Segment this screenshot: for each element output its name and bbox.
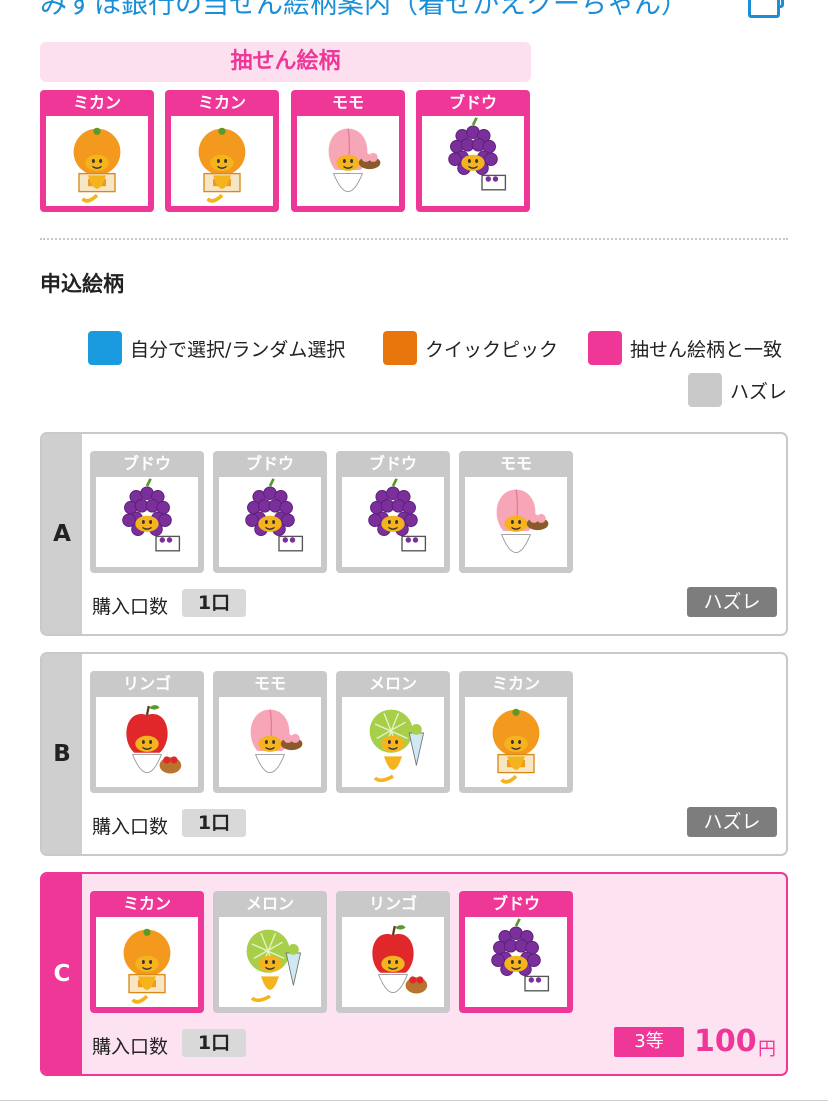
entry-card: モモ <box>213 671 327 793</box>
budou-character-icon <box>465 917 567 1007</box>
budou-character-icon <box>342 477 444 567</box>
section-divider <box>40 238 788 240</box>
entry-card: モモ <box>459 451 573 573</box>
entry-card-label: ミカン <box>122 894 171 913</box>
legend-item-match: 抽せん絵柄と一致 <box>588 331 782 365</box>
prize-amount: 100 <box>694 1024 757 1059</box>
entry-letter: C <box>42 874 82 1074</box>
entry-card: ブドウ <box>213 451 327 573</box>
budou-character-icon <box>219 477 321 567</box>
quantity-label: 購入口数 <box>92 816 169 838</box>
legend-item-lose: ハズレ <box>688 373 787 407</box>
draw-card-label: モモ <box>331 93 364 112</box>
result-lose-badge: ハズレ <box>687 587 777 617</box>
entry-card: ブドウ <box>90 451 204 573</box>
budou-character-icon <box>96 477 198 567</box>
entry-card-label: メロン <box>245 894 294 913</box>
melon-character-icon <box>342 697 444 787</box>
footer-divider <box>0 1100 828 1101</box>
momo-character-icon <box>297 116 399 206</box>
legend-label: 自分で選択/ランダム選択 <box>130 338 346 361</box>
entry-card: リンゴ <box>336 891 450 1013</box>
mikan-character-icon <box>46 116 148 206</box>
quantity-label: 購入口数 <box>92 596 169 618</box>
legend-swatch-orange <box>383 331 417 365</box>
legend-swatch-blue <box>88 331 122 365</box>
legend-label: ハズレ <box>730 380 788 403</box>
entry-card-match: ブドウ <box>459 891 573 1013</box>
entry-card: リンゴ <box>90 671 204 793</box>
entry-row-a: A ブドウ ブドウ ブドウ モモ 購入口数 1口 ハズレ <box>40 432 788 636</box>
melon-character-icon <box>219 917 321 1007</box>
draw-card-4: ブドウ <box>416 90 530 212</box>
draw-card-label: ミカン <box>72 93 121 112</box>
prize-unit: 円 <box>758 1039 776 1060</box>
entry-card-label: リンゴ <box>368 894 417 913</box>
page-title[interactable]: みずほ銀行の当せん絵柄案内（着せかえクーちゃん） <box>40 0 800 16</box>
quantity-value: 1口 <box>182 589 246 617</box>
legend-item-self-select: 自分で選択/ランダム選択 <box>88 331 345 365</box>
entry-card-label: メロン <box>368 674 417 693</box>
legend-label: 抽せん絵柄と一致 <box>630 338 783 361</box>
prize-rank-badge: 3等 <box>614 1027 684 1057</box>
entry-card-label: リンゴ <box>122 674 171 693</box>
legend-item-quick-pick: クイックピック <box>383 331 558 365</box>
draw-card-label: ミカン <box>197 93 246 112</box>
entry-letter: A <box>42 434 82 634</box>
entries-section-title: 申込絵柄 <box>40 272 124 296</box>
draw-card-1: ミカン <box>40 90 154 212</box>
entry-card: メロン <box>336 671 450 793</box>
entry-card-label: ブドウ <box>491 894 540 913</box>
entry-card-label: モモ <box>499 454 532 473</box>
mikan-character-icon <box>171 116 273 206</box>
entry-card: メロン <box>213 891 327 1013</box>
entry-card-label: ブドウ <box>368 454 417 473</box>
momo-character-icon <box>465 477 567 567</box>
entry-letter: B <box>42 654 82 854</box>
entry-row-c: C ミカン メロン リンゴ ブドウ 購入口数 1口 3等 100 円 <box>40 872 788 1076</box>
quantity-value: 1口 <box>182 809 246 837</box>
mikan-character-icon <box>96 917 198 1007</box>
entry-card-label: ブドウ <box>245 454 294 473</box>
entry-row-b: B リンゴ モモ メロン ミカン 購入口数 1口 ハズレ <box>40 652 788 856</box>
budou-character-icon <box>422 116 524 206</box>
result-lose-badge: ハズレ <box>687 807 777 837</box>
draw-card-3: モモ <box>291 90 405 212</box>
mikan-character-icon <box>465 697 567 787</box>
external-window-icon[interactable] <box>748 0 780 18</box>
quantity-label: 購入口数 <box>92 1036 169 1058</box>
entry-card: ミカン <box>459 671 573 793</box>
ringo-character-icon <box>96 697 198 787</box>
draw-card-label: ブドウ <box>448 93 497 112</box>
entry-card-label: モモ <box>253 674 286 693</box>
ringo-character-icon <box>342 917 444 1007</box>
draw-card-2: ミカン <box>165 90 279 212</box>
entry-card-match: ミカン <box>90 891 204 1013</box>
entry-card-label: ブドウ <box>122 454 171 473</box>
quantity-value: 1口 <box>182 1029 246 1057</box>
momo-character-icon <box>219 697 321 787</box>
legend-swatch-gray <box>688 373 722 407</box>
entry-card: ブドウ <box>336 451 450 573</box>
draw-pattern-title: 抽せん絵柄 <box>40 42 531 82</box>
entry-card-label: ミカン <box>491 674 540 693</box>
legend-label: クイックピック <box>425 338 559 361</box>
legend-swatch-pink <box>588 331 622 365</box>
